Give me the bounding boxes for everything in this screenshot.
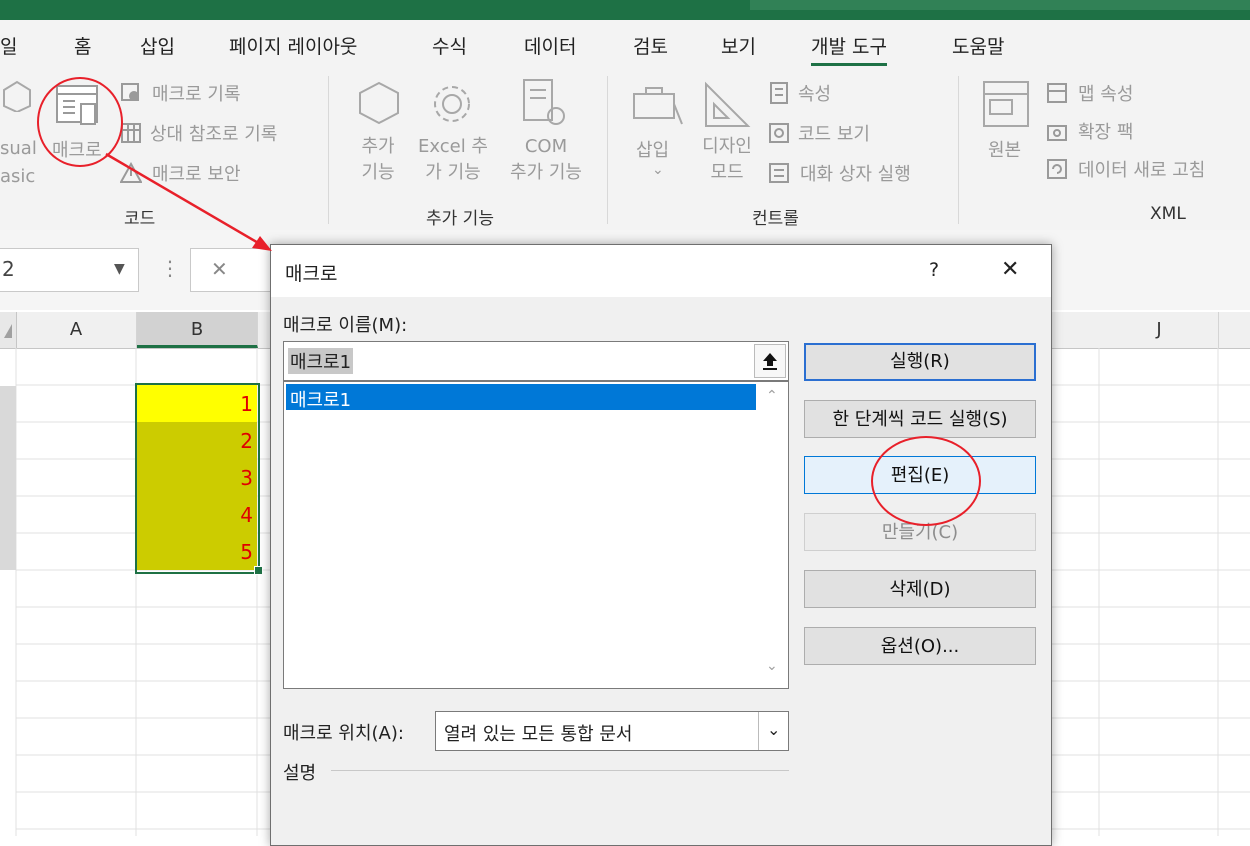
view-code-icon <box>769 123 789 143</box>
column-header-k[interactable] <box>1219 312 1250 348</box>
group-label-add-ins: 추가 기능 <box>426 209 494 229</box>
close-icon[interactable]: ✕ <box>1001 257 1019 282</box>
macro-dialog: 매크로 ? ✕ 매크로 이름(M): 매크로1 매크로1 ⌃ ⌄ 실행(R) 한… <box>270 244 1052 846</box>
options-button[interactable]: 옵션(O)... <box>804 627 1036 665</box>
design-mode-label-line2: 모드 <box>710 162 744 183</box>
upload-arrow-icon <box>763 353 777 370</box>
expansion-packs-icon <box>1047 125 1067 141</box>
visual-basic-icon <box>3 80 31 112</box>
group-separator <box>958 76 959 224</box>
cell-value: 2 <box>240 429 253 453</box>
list-item[interactable]: 매크로1 <box>286 384 756 411</box>
ribbon-tabs: 일 홈 삽입 페이지 레이아웃 수식 데이터 검토 보기 개발 도구 도움말 <box>0 20 1250 70</box>
group-label-controls: 컨트롤 <box>752 209 799 229</box>
description-divider <box>331 770 789 771</box>
refresh-data-icon <box>1047 159 1067 179</box>
cell-value: 3 <box>240 466 253 490</box>
add-ins-icon <box>359 81 399 125</box>
list-scrollbar[interactable]: ⌃ ⌄ <box>760 382 786 686</box>
cell-value: 4 <box>240 503 253 527</box>
tab-help[interactable]: 도움말 <box>952 32 1004 59</box>
design-mode-label-line1: 디자인 <box>702 136 752 157</box>
add-ins-label-line1: 추가 <box>361 136 395 157</box>
excel-add-ins-label-line2: 가 기능 <box>425 162 481 183</box>
excel-add-ins-gear-icon <box>434 86 470 122</box>
com-add-ins-label-line1: COM <box>524 136 568 157</box>
column-header-j[interactable]: J <box>1100 312 1219 348</box>
tab-review[interactable]: 검토 <box>633 32 668 59</box>
name-box-value: 2 <box>2 257 15 281</box>
macros-in-value: 열려 있는 모든 통합 문서 <box>444 724 633 745</box>
map-properties-label[interactable]: 맵 속성 <box>1078 80 1133 106</box>
dialog-title: 매크로 <box>285 263 338 285</box>
run-dialog-icon <box>769 163 789 183</box>
annotation-arrow <box>105 152 272 251</box>
run-button[interactable]: 실행(R) <box>804 343 1036 381</box>
help-icon[interactable]: ? <box>929 259 939 281</box>
xml-source-label[interactable]: 원본 <box>988 136 1021 162</box>
macros-in-select[interactable]: 열려 있는 모든 통합 문서 ⌄ <box>435 711 789 751</box>
relative-reference-icon <box>121 123 141 143</box>
chevron-down-icon: ⌄ <box>767 720 781 739</box>
delete-button[interactable]: 삭제(D) <box>804 570 1036 608</box>
visual-basic-label-2[interactable]: asic <box>0 166 35 187</box>
cell-value: 5 <box>240 540 253 564</box>
insert-control-toolbox-icon <box>633 87 683 125</box>
record-macro-icon <box>121 83 139 101</box>
select-dropdown-button[interactable]: ⌄ <box>758 712 789 750</box>
list-item-label: 매크로1 <box>290 390 352 411</box>
dialog-title-bar: 매크로 ? ✕ <box>271 245 1051 297</box>
macro-name-input[interactable]: 매크로1 <box>283 341 789 381</box>
macro-name-value: 매크로1 <box>288 348 354 374</box>
view-code-label[interactable]: 코드 보기 <box>798 120 870 146</box>
run-dialog-label[interactable]: 대화 상자 실행 <box>800 160 911 186</box>
chevron-down-icon[interactable]: ⌄ <box>652 162 664 178</box>
properties-icon <box>770 82 788 104</box>
scroll-down-icon[interactable]: ⌄ <box>766 658 778 674</box>
macros-in-label: 매크로 위치(A): <box>283 723 404 744</box>
design-mode-label[interactable]: 디자인 모드 <box>694 134 760 186</box>
title-bar <box>0 0 1250 20</box>
tab-view[interactable]: 보기 <box>721 32 756 59</box>
record-macro-label[interactable]: 매크로 기록 <box>152 80 241 106</box>
scroll-up-icon[interactable]: ⌃ <box>766 388 778 404</box>
com-add-ins-icon <box>523 79 565 125</box>
tab-developer[interactable]: 개발 도구 <box>811 32 887 66</box>
cell-value: 1 <box>240 392 253 416</box>
group-label-xml: XML <box>1150 204 1186 224</box>
collapse-dialog-button[interactable] <box>754 344 786 378</box>
add-ins-label-line2: 기능 <box>361 162 395 183</box>
insert-control-label[interactable]: 삽입 <box>636 136 669 162</box>
excel-add-ins-label-line1: Excel 추 <box>418 136 488 157</box>
tab-home[interactable]: 홈 <box>74 32 91 59</box>
step-into-button[interactable]: 한 단계씩 코드 실행(S) <box>804 400 1036 438</box>
tab-insert[interactable]: 삽입 <box>140 32 175 59</box>
annotation-circle-edit <box>871 436 981 526</box>
tab-formulas[interactable]: 수식 <box>432 32 467 59</box>
add-ins-label[interactable]: 추가 기능 <box>352 134 404 186</box>
com-add-ins-label-line2: 추가 기능 <box>510 162 582 183</box>
group-separator <box>328 76 329 224</box>
tab-data[interactable]: 데이터 <box>524 32 576 59</box>
group-separator <box>607 76 608 224</box>
design-mode-icon <box>705 81 751 127</box>
column-header-b[interactable]: B <box>137 312 258 348</box>
tab-file[interactable]: 일 <box>0 32 17 59</box>
refresh-data-label[interactable]: 데이터 새로 고침 <box>1078 156 1205 182</box>
select-all-corner[interactable] <box>0 312 17 348</box>
properties-label[interactable]: 속성 <box>798 80 831 106</box>
tab-page-layout[interactable]: 페이지 레이아웃 <box>229 32 357 59</box>
excel-add-ins-label[interactable]: Excel 추 가 기능 <box>410 134 496 186</box>
visual-basic-label-1[interactable]: sual <box>0 138 37 159</box>
xml-source-icon <box>983 81 1029 127</box>
map-properties-icon <box>1047 83 1067 103</box>
fill-handle[interactable] <box>254 566 263 575</box>
com-add-ins-label[interactable]: COM 추가 기능 <box>500 134 592 186</box>
column-header-a[interactable]: A <box>16 312 137 348</box>
description-label: 설명 <box>283 763 317 784</box>
expansion-packs-label[interactable]: 확장 팩 <box>1078 118 1133 144</box>
relative-reference-label[interactable]: 상대 참조로 기록 <box>150 120 277 146</box>
macro-name-label: 매크로 이름(M): <box>283 315 408 336</box>
macro-list[interactable]: 매크로1 ⌃ ⌄ <box>283 381 789 689</box>
